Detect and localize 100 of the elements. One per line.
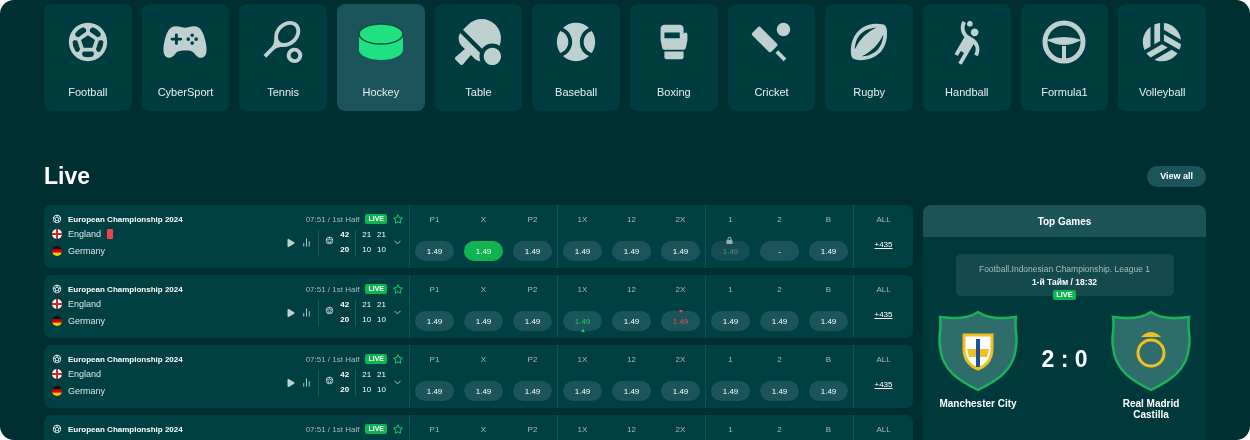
odds-button[interactable]: 1.49	[760, 311, 799, 331]
match-period: 1-й Тайм / 18:32	[1031, 276, 1098, 287]
sport-tile[interactable]: Table	[434, 4, 523, 111]
odds-button[interactable]: 1.49	[563, 381, 602, 401]
odds-button[interactable]: 1.49	[809, 311, 848, 331]
market-label: 1	[728, 425, 733, 436]
video-icon[interactable]	[287, 308, 296, 317]
sport-tile[interactable]: Hockey	[337, 4, 425, 111]
period-score: 21	[377, 230, 386, 240]
steering-wheel-icon	[1042, 20, 1087, 64]
sport-tile[interactable]: Handball	[923, 4, 1011, 111]
odds-button[interactable]: 1.49	[563, 311, 602, 331]
market-label: ALL	[876, 285, 891, 296]
team-name: England	[68, 229, 102, 239]
flag-icon	[52, 246, 62, 256]
more-markets-link[interactable]: +435	[874, 240, 893, 249]
odds-button[interactable]: 1.49	[464, 311, 503, 331]
odds-button[interactable]: 1.49	[809, 241, 848, 261]
stats-icon[interactable]	[301, 377, 313, 388]
period-score: 10	[377, 245, 386, 255]
video-icon[interactable]	[287, 238, 296, 247]
odds-button[interactable]: 1.49	[661, 381, 700, 401]
star-icon[interactable]	[393, 354, 403, 364]
odds-button[interactable]: 1.49	[513, 241, 552, 261]
flag-icon	[52, 386, 62, 396]
team-name: Manchester City	[938, 398, 1018, 409]
odds-button[interactable]: 1.49	[612, 311, 651, 331]
market-label: 1	[728, 355, 733, 366]
league-title: European Championship 2024	[68, 424, 184, 434]
market-label: P2	[527, 285, 538, 296]
star-icon[interactable]	[393, 214, 403, 224]
section-title: Live	[44, 162, 91, 190]
match-time: 07:51 / 1st Half	[305, 214, 360, 224]
market-label: ALL	[876, 355, 891, 366]
shield-crest-icon	[936, 309, 1020, 393]
team-name: Germany	[68, 246, 105, 256]
star-icon[interactable]	[393, 284, 403, 294]
market-label: 2	[777, 285, 782, 296]
match-time: 07:51 / 1st Half	[305, 424, 360, 434]
odds-button[interactable]: 1.49	[711, 381, 750, 401]
odds-button[interactable]: 1.49	[415, 241, 454, 261]
period-score: 10	[377, 315, 386, 325]
hockey-puck-icon	[356, 23, 405, 61]
panel-title: Top Games	[923, 205, 1206, 237]
shield-crest-icon	[1109, 309, 1193, 393]
odds-button[interactable]: 1.49	[415, 381, 454, 401]
odds-button[interactable]: 1.49	[563, 241, 602, 261]
sport-tile[interactable]: Boxing	[630, 4, 718, 111]
market-label: 12	[627, 425, 636, 436]
odds-button[interactable]: 1.49	[612, 381, 651, 401]
stats-icon[interactable]	[301, 307, 313, 318]
sport-tile[interactable]: Baseball	[532, 4, 620, 111]
market-label: B	[825, 355, 832, 366]
market-label: 2X	[675, 215, 686, 226]
odds-button[interactable]: 1.49	[513, 311, 552, 331]
odds-button[interactable]: 1.49	[809, 381, 848, 401]
market-label: 12	[627, 355, 636, 366]
market-label: 2X	[675, 355, 686, 366]
market-label: P1	[429, 355, 440, 366]
flag-icon	[52, 369, 62, 379]
market-label: X	[480, 215, 487, 226]
market-label: 1	[728, 215, 733, 226]
sport-tile[interactable]: Rugby	[825, 4, 913, 111]
team-name: England	[68, 369, 102, 379]
odds-button[interactable]: 1.49	[415, 311, 454, 331]
sport-tile[interactable]: Football	[44, 4, 132, 111]
video-icon[interactable]	[287, 378, 296, 387]
stats-icon[interactable]	[301, 237, 313, 248]
score-total: 42	[340, 300, 350, 310]
odds-button[interactable]: 1.49	[513, 381, 552, 401]
odds-button[interactable]: 1.49	[760, 381, 799, 401]
score-total: 20	[340, 245, 350, 255]
more-markets-link[interactable]: +435	[874, 380, 893, 389]
star-icon[interactable]	[393, 424, 403, 434]
period-score: 21	[362, 300, 372, 310]
market-label: B	[825, 425, 832, 436]
team-name: Germany	[68, 386, 105, 396]
sport-tile[interactable]: Formula1	[1020, 4, 1109, 111]
sport-tile[interactable]: Tennis	[239, 4, 327, 111]
market-label: 12	[627, 285, 636, 296]
market-label: B	[825, 285, 832, 296]
market-label: 1X	[577, 425, 588, 436]
odds-button[interactable]: 1.49	[464, 381, 503, 401]
market-label: X	[480, 285, 487, 296]
more-markets-link[interactable]: +435	[874, 310, 893, 319]
sport-tile[interactable]: Volleyball	[1118, 4, 1206, 111]
period-score: 21	[377, 300, 386, 310]
sport-tile[interactable]: Cricket	[727, 4, 816, 111]
market-label: 1X	[577, 215, 588, 226]
league-title: European Championship 2024	[68, 284, 184, 294]
view-all-button[interactable]: View all	[1147, 165, 1206, 187]
ping-pong-paddle-icon	[455, 19, 502, 65]
flag-icon	[52, 316, 62, 326]
odds-button[interactable]: 1.49	[612, 241, 651, 261]
odds-button[interactable]: 1.49	[661, 241, 700, 261]
odds-button[interactable]: 1.49	[711, 311, 750, 331]
league-title: European Championship 2024	[68, 354, 184, 364]
sport-tile[interactable]: CyberSport	[141, 4, 230, 111]
odds-button[interactable]: -	[760, 241, 799, 261]
market-label: X	[480, 425, 487, 436]
